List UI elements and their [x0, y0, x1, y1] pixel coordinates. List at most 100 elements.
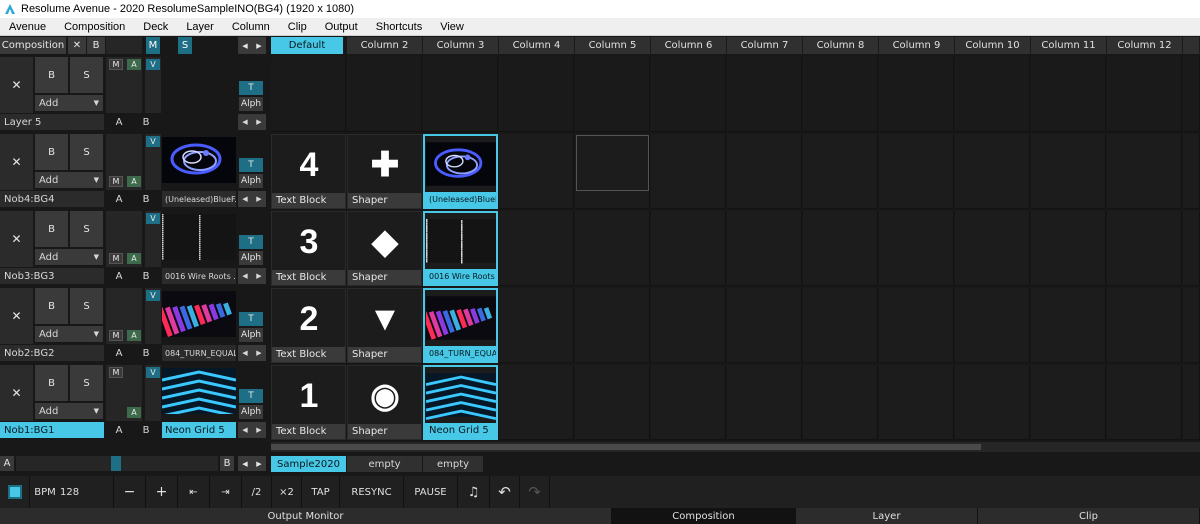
crossfader-b-button[interactable]: B — [220, 456, 234, 471]
layer-mute-button[interactable]: M — [109, 367, 123, 378]
shaper-clip[interactable]: ◉ Shaper — [347, 365, 422, 440]
clip-slot[interactable] — [271, 57, 346, 132]
layer-add-effect-dropdown[interactable]: Add ▼ — [35, 403, 103, 419]
clip-slot[interactable] — [1183, 288, 1200, 363]
layer-clear-button[interactable]: ✕ — [0, 211, 33, 267]
text-block-clip[interactable]: 2 Text Block — [271, 288, 346, 363]
crossfader-b-assign[interactable]: B — [139, 114, 153, 130]
layer-clear-button[interactable]: ✕ — [0, 288, 33, 344]
clip-slot[interactable] — [575, 365, 650, 440]
clip-slot[interactable] — [803, 134, 878, 209]
tap-button[interactable]: TAP — [302, 476, 340, 508]
crossfader-a-assign[interactable]: A — [112, 422, 126, 438]
layer-next-button[interactable]: ▶ — [252, 191, 266, 207]
column-header-4[interactable]: Column 4 — [499, 37, 575, 54]
layer-video-button[interactable]: V — [146, 136, 160, 147]
menu-output[interactable]: Output — [316, 21, 367, 33]
crossfader-b-assign[interactable]: B — [139, 191, 153, 207]
text-block-clip[interactable]: 4 Text Block — [271, 134, 346, 209]
clip-slot[interactable] — [1107, 134, 1182, 209]
layer-mute-button[interactable]: M — [109, 176, 123, 187]
shaper-clip[interactable]: ✚ Shaper — [347, 134, 422, 209]
resync-button[interactable]: RESYNC — [340, 476, 404, 508]
layer-video-button[interactable]: V — [146, 213, 160, 224]
layer-solo-button[interactable]: S — [70, 134, 103, 170]
layer-mute-button[interactable]: M — [109, 59, 123, 70]
column-header-11[interactable]: Column 11 — [1031, 37, 1107, 54]
column-header-2[interactable]: Column 2 — [347, 37, 423, 54]
clip-slot[interactable] — [879, 57, 954, 132]
bpm-value[interactable]: 128 — [60, 476, 114, 508]
clip-slot[interactable] — [1031, 211, 1106, 286]
clip-slot[interactable] — [1107, 365, 1182, 440]
text-block-clip[interactable]: 1 Text Block — [271, 365, 346, 440]
column-header-3[interactable]: Column 3 — [423, 37, 499, 54]
layer-autopilot-button[interactable]: A — [127, 59, 141, 70]
layer-add-effect-dropdown[interactable]: Add ▼ — [35, 172, 103, 188]
scrollbar-thumb[interactable] — [271, 444, 981, 450]
clip-slot[interactable] — [1107, 288, 1182, 363]
layer-transition-button[interactable]: T — [239, 81, 263, 95]
clip-slot[interactable] — [499, 134, 574, 209]
video-clip[interactable]: Neon Grid 5 — [423, 365, 498, 440]
clip-slot[interactable] — [955, 134, 1030, 209]
layer-blend-mode-button[interactable]: Alph — [239, 97, 263, 111]
clip-slot[interactable] — [955, 288, 1030, 363]
text-block-clip[interactable]: 3 Text Block — [271, 211, 346, 286]
layer-bypass-button[interactable]: B — [35, 211, 68, 247]
crossfader-a-assign[interactable]: A — [112, 268, 126, 284]
clip-slot[interactable] — [803, 211, 878, 286]
layer-bypass-button[interactable]: B — [35, 134, 68, 170]
clip-slot[interactable] — [727, 134, 802, 209]
layer-autopilot-button[interactable]: A — [127, 330, 141, 341]
shaper-clip[interactable]: ▼ Shaper — [347, 288, 422, 363]
column-header-9[interactable]: Column 9 — [879, 37, 955, 54]
layer-add-effect-dropdown[interactable]: Add ▼ — [35, 326, 103, 342]
clip-slot[interactable] — [1183, 211, 1200, 286]
crossfader-b-assign[interactable]: B — [139, 422, 153, 438]
crossfader-b-assign[interactable]: B — [139, 345, 153, 361]
clip-slot[interactable] — [955, 365, 1030, 440]
clip-slot[interactable] — [1031, 288, 1106, 363]
horizontal-scrollbar[interactable] — [271, 442, 1200, 452]
video-clip[interactable]: 084_TURN_EQUAL... — [423, 288, 498, 363]
clip-slot[interactable] — [803, 365, 878, 440]
clip-slot[interactable] — [651, 57, 726, 132]
layer-transition-button[interactable]: T — [239, 235, 263, 249]
clip-slot[interactable] — [651, 211, 726, 286]
composition-next-button[interactable]: ▶ — [252, 37, 266, 54]
column-header-8[interactable]: Column 8 — [803, 37, 879, 54]
clip-slot[interactable] — [499, 211, 574, 286]
clip-slot[interactable] — [575, 57, 650, 132]
bpm-increase-button[interactable]: + — [146, 476, 178, 508]
tab-clip[interactable]: Clip — [978, 508, 1200, 524]
layer-transition-button[interactable]: T — [239, 389, 263, 403]
column-header-12[interactable]: Column 12 — [1107, 37, 1183, 54]
layer-add-effect-dropdown[interactable]: Add ▼ — [35, 95, 103, 111]
column-header-7[interactable]: Column 7 — [727, 37, 803, 54]
layer-solo-button[interactable]: S — [70, 365, 103, 401]
layer-next-button[interactable]: ▶ — [252, 114, 266, 130]
clip-slot[interactable] — [1183, 365, 1200, 440]
deck-tab-sample2020[interactable]: Sample2020 — [271, 456, 346, 472]
layer-mute-button[interactable]: M — [109, 330, 123, 341]
column-header-6[interactable]: Column 6 — [651, 37, 727, 54]
layer-clear-button[interactable]: ✕ — [0, 365, 33, 421]
clip-slot[interactable] — [879, 288, 954, 363]
clip-slot[interactable] — [347, 57, 422, 132]
menu-avenue[interactable]: Avenue — [0, 21, 55, 33]
layer-name[interactable]: Layer 5 — [0, 114, 104, 130]
crossfader-handle[interactable] — [111, 456, 121, 471]
composition-bypass-button[interactable]: B — [87, 37, 105, 54]
tab-layer[interactable]: Layer — [796, 508, 978, 524]
clip-slot[interactable] — [803, 288, 878, 363]
clip-slot[interactable] — [727, 211, 802, 286]
clip-slot[interactable] — [727, 365, 802, 440]
pause-button[interactable]: PAUSE — [404, 476, 458, 508]
tab-output-monitor[interactable]: Output Monitor — [0, 508, 612, 524]
menu-clip[interactable]: Clip — [279, 21, 316, 33]
layout-toggle-button[interactable] — [0, 476, 30, 508]
crossfader-track[interactable] — [16, 456, 218, 471]
composition-prev-button[interactable]: ◀ — [238, 37, 252, 54]
menu-layer[interactable]: Layer — [177, 21, 223, 33]
